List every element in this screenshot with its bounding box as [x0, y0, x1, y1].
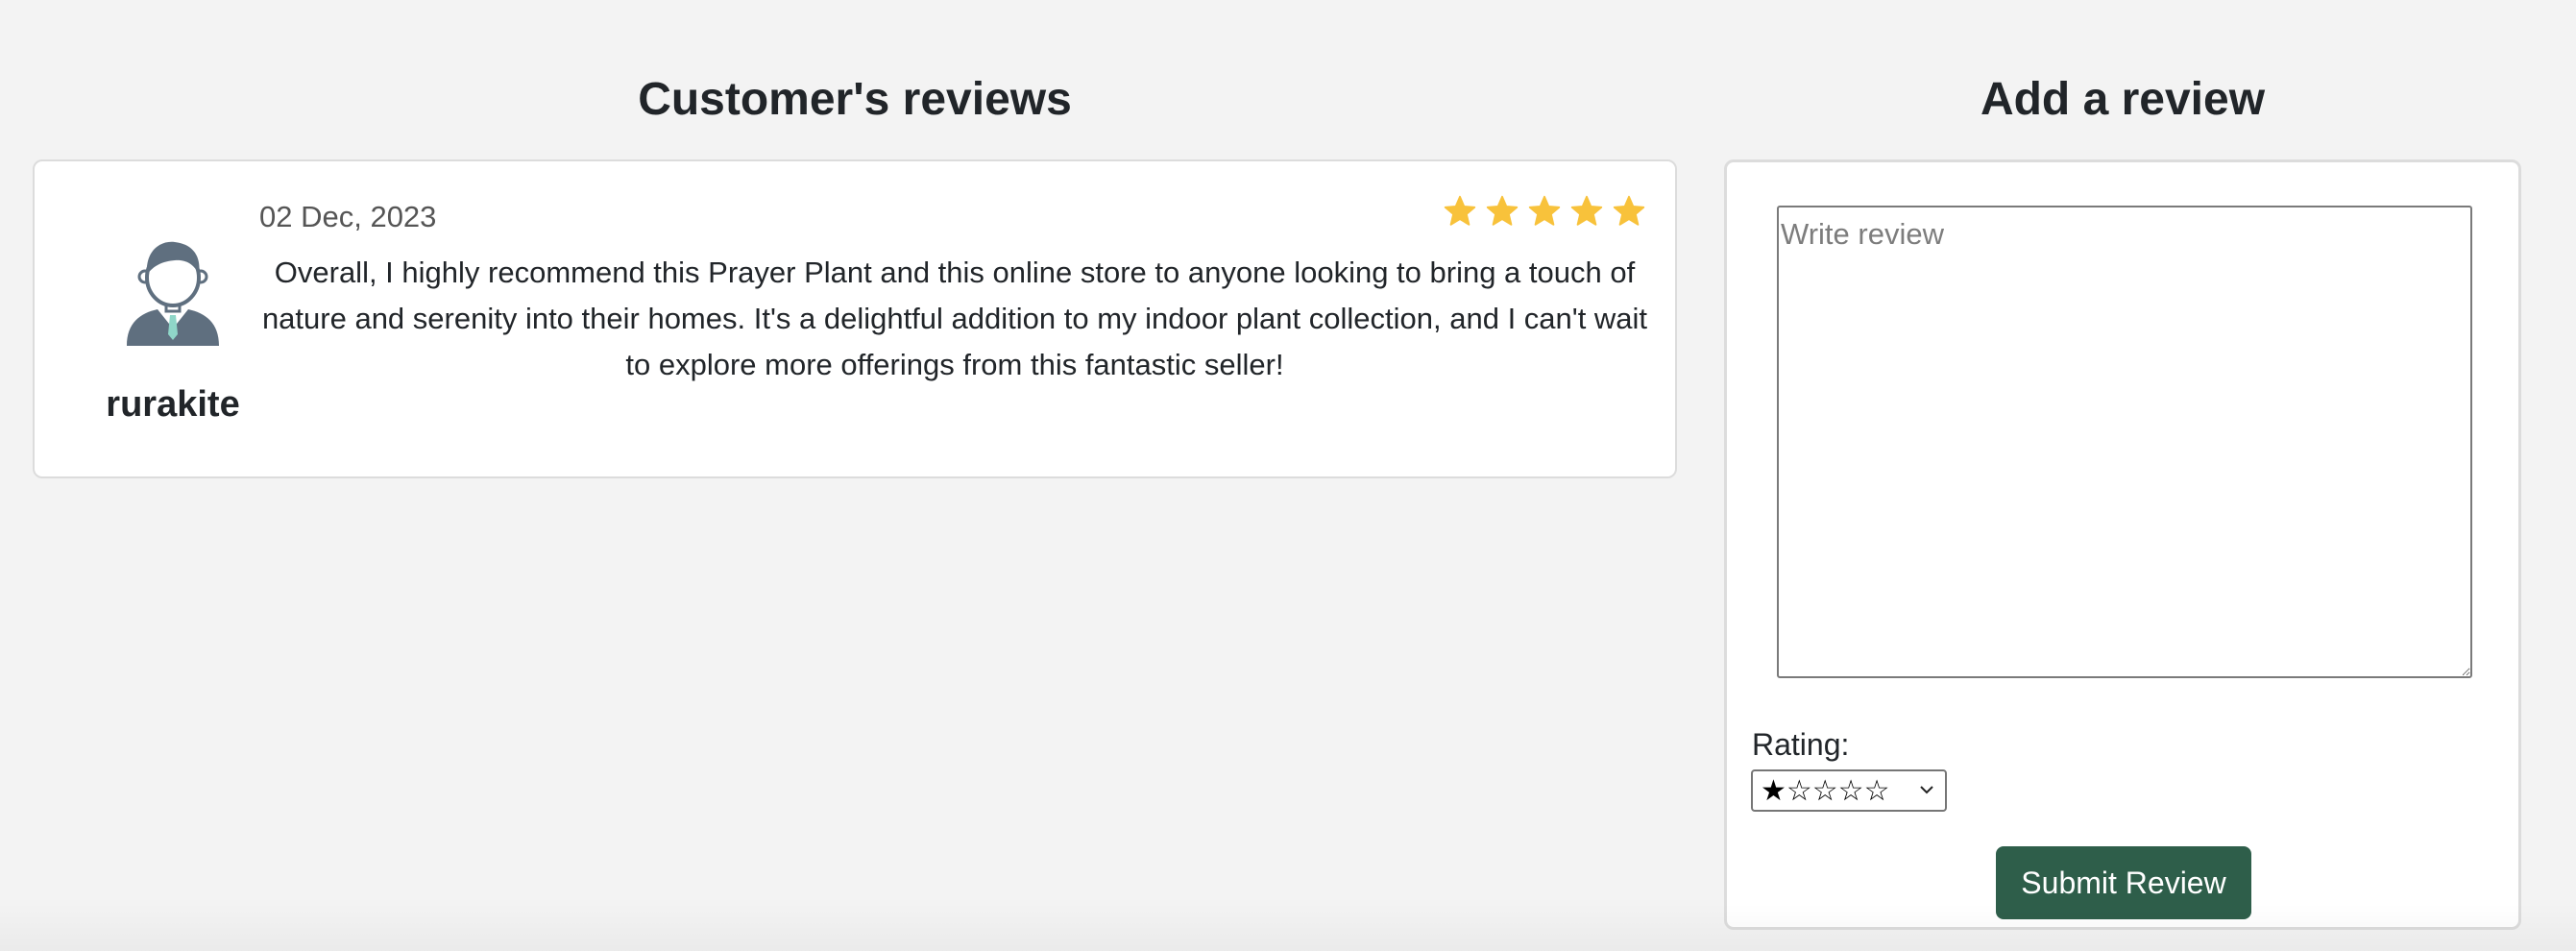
star-icon: [1528, 195, 1561, 226]
star-icon: [1444, 195, 1476, 226]
review-card: rurakite 02 Dec, 2023 Overall, I highly …: [33, 159, 1677, 478]
review-text: Overall, I highly recommend this Prayer …: [261, 256, 1648, 381]
customer-reviews-title: Customer's reviews: [638, 74, 1072, 125]
star-icon: [1570, 195, 1603, 226]
submit-review-button[interactable]: Submit Review: [1996, 846, 2251, 919]
review-username: rurakite: [106, 384, 240, 425]
star-icon: [1613, 195, 1645, 226]
review-textarea[interactable]: [1777, 206, 2472, 678]
review-date: 02 Dec, 2023: [259, 200, 437, 233]
rating-select[interactable]: ★☆☆☆☆: [1751, 769, 1947, 812]
user-avatar-icon: [127, 241, 219, 346]
chevron-down-icon: [1920, 786, 1933, 794]
star-icon: [1486, 195, 1519, 226]
rating-selected-value: ★☆☆☆☆: [1761, 773, 1890, 808]
page: Customer's reviews Add a review rurakite…: [0, 0, 2576, 951]
add-review-title: Add a review: [1980, 74, 2266, 125]
review-star-rating: [1443, 194, 1646, 229]
add-review-card: Rating: ★☆☆☆☆ Submit Review: [1724, 159, 2521, 930]
rating-label: Rating:: [1752, 727, 1850, 762]
